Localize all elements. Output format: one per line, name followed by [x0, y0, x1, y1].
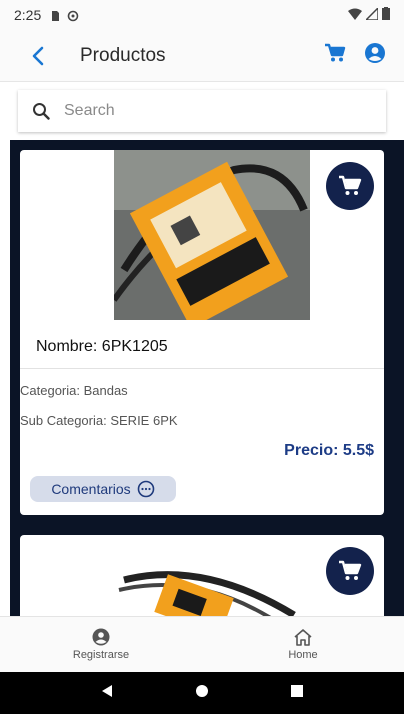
status-bar: 2:25	[0, 0, 404, 30]
home-icon	[294, 629, 312, 646]
product-card[interactable]: Nombre: 6PK1205 Categoria: Bandas Sub Ca…	[20, 150, 384, 515]
system-recents-button[interactable]	[290, 684, 304, 703]
signal-icon	[364, 6, 379, 23]
comments-label: Comentarios	[51, 481, 131, 497]
search-icon	[33, 103, 50, 120]
product-card[interactable]	[20, 535, 384, 616]
nav-home[interactable]: Home	[202, 617, 404, 672]
system-home-button[interactable]	[195, 684, 209, 703]
cart-icon	[339, 560, 362, 580]
account-circle-icon	[92, 628, 110, 646]
app-bar: Productos	[0, 30, 404, 82]
wifi-icon	[348, 7, 362, 23]
battery-icon	[382, 7, 390, 23]
search-input[interactable]	[64, 102, 354, 120]
sync-icon	[67, 9, 79, 22]
add-to-cart-button[interactable]	[326, 162, 374, 210]
system-back-button[interactable]	[100, 684, 114, 703]
product-list[interactable]: Nombre: 6PK1205 Categoria: Bandas Sub Ca…	[10, 140, 404, 616]
system-navigation-bar	[0, 672, 404, 714]
product-image	[114, 150, 310, 320]
product-price: Precio: 5.5$	[284, 442, 374, 459]
sd-card-icon	[49, 9, 61, 21]
square-recents-icon	[290, 684, 303, 697]
product-subcategory: Sub Categoria: SERIE 6PK	[20, 413, 178, 428]
back-button[interactable]	[18, 36, 58, 76]
product-name: Nombre: 6PK1205	[36, 338, 168, 355]
search-bar[interactable]	[18, 90, 386, 132]
comments-button[interactable]: Comentarios	[30, 476, 176, 502]
chevron-left-icon	[32, 46, 44, 65]
page-title: Productos	[80, 44, 166, 66]
chat-bubble-icon	[137, 480, 154, 498]
bottom-navigation: Registrarse Home	[0, 616, 404, 672]
divider	[20, 368, 384, 369]
status-time: 2:25	[14, 7, 42, 23]
nav-register-label: Registrarse	[72, 649, 130, 661]
cart-icon	[325, 43, 346, 62]
account-button[interactable]	[364, 42, 386, 69]
add-to-cart-button[interactable]	[326, 547, 374, 595]
account-circle-icon	[365, 43, 385, 63]
cart-icon	[339, 175, 362, 195]
product-image	[114, 535, 310, 616]
triangle-back-icon	[102, 684, 113, 697]
nav-home-label: Home	[288, 649, 318, 661]
nav-register[interactable]: Registrarse	[0, 617, 202, 672]
product-category: Categoria: Bandas	[20, 383, 128, 398]
circle-home-icon	[195, 684, 208, 697]
cart-button[interactable]	[324, 43, 346, 68]
